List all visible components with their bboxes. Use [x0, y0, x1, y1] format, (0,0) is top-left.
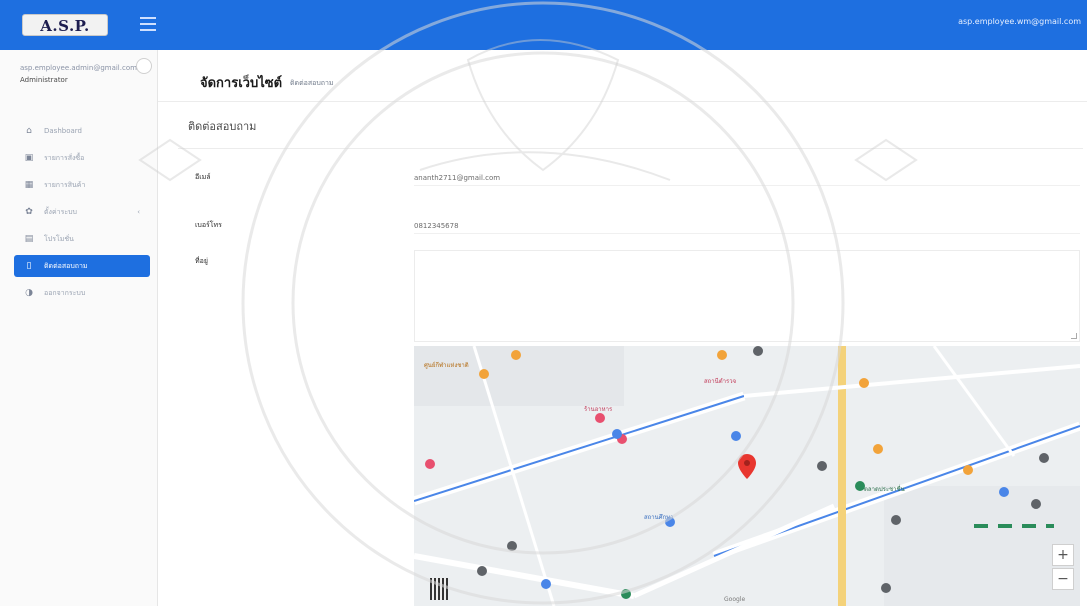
sidebar-item-label: ตั้งค่าระบบ	[44, 207, 77, 216]
phone-value: 0812345678	[414, 222, 459, 230]
sidebar-item-label: รายการสินค้า	[44, 180, 86, 189]
map-label: สถานศึกษา	[644, 514, 674, 521]
cart-icon: ▣	[24, 152, 34, 163]
map-label: ตลาดประชาชื่น	[864, 486, 905, 493]
sidebar-item-dashboard[interactable]: ⌂ Dashboard	[14, 120, 150, 142]
sidebar-item-contact[interactable]: ▯ ติดต่อสอบถาม	[14, 255, 150, 277]
address-label: ที่อยู่	[195, 257, 208, 265]
section-title: ติดต่อสอบถาม	[188, 120, 257, 133]
address-textarea[interactable]	[414, 250, 1080, 342]
sidebar-user-panel: asp.employee.admin@gmail.com Administrat…	[20, 64, 150, 84]
brand-logo-text: A.S.P.	[40, 17, 90, 35]
qr-code-icon	[430, 578, 448, 600]
zoom-in-button[interactable]: +	[1052, 544, 1074, 566]
phone-label: เบอร์โทร	[195, 221, 222, 229]
tag-icon: ▤	[24, 233, 34, 244]
resize-handle-icon[interactable]	[1071, 333, 1077, 339]
section-divider	[178, 148, 1083, 149]
breadcrumb[interactable]: ติดต่อสอบถาม	[290, 78, 334, 89]
page-title: จัดการเว็บไซต์	[200, 76, 283, 91]
email-label: อีเมล์	[195, 173, 211, 181]
zoom-out-button[interactable]: −	[1052, 568, 1074, 590]
google-map[interactable]: ศูนย์กีฬาแห่งชาติ สถานีตำรวจ ร้านอาหาร ต…	[414, 346, 1080, 606]
phone-field[interactable]	[414, 214, 1080, 234]
top-navbar: A.S.P. asp.employee.wm@gmail.com	[0, 0, 1087, 50]
sidebar-item-orders[interactable]: ▣ รายการสั่งซื้อ	[14, 147, 150, 169]
power-icon: ◑	[25, 287, 33, 298]
brand-logo[interactable]: A.S.P.	[22, 14, 108, 36]
map-label: สถานีตำรวจ	[704, 378, 737, 385]
map-attribution: Google	[724, 596, 746, 603]
sidebar-item-label: ออกจากระบบ	[44, 288, 86, 297]
email-value: ananth2711@gmail.com	[414, 174, 501, 182]
table-icon: ▦	[24, 179, 34, 190]
content-header	[158, 50, 1087, 102]
home-icon: ⌂	[26, 125, 32, 136]
top-user-email[interactable]: asp.employee.wm@gmail.com	[958, 17, 1081, 26]
map-label: ศูนย์กีฬาแห่งชาติ	[424, 362, 469, 369]
sidebar-user-role: Administrator	[20, 76, 68, 84]
sidebar: asp.employee.admin@gmail.com Administrat…	[0, 50, 158, 606]
sidebar-item-label: โปรโมชั่น	[44, 234, 74, 243]
sidebar-item-settings[interactable]: ✿ ตั้งค่าระบบ ‹	[14, 201, 150, 223]
gear-icon: ✿	[25, 206, 33, 217]
sidebar-item-products[interactable]: ▦ รายการสินค้า	[14, 174, 150, 196]
map-canvas	[414, 346, 1080, 606]
sidebar-item-label: ติดต่อสอบถาม	[44, 261, 88, 270]
menu-toggle-icon[interactable]	[140, 17, 156, 31]
sidebar-item-logout[interactable]: ◑ ออกจากระบบ	[14, 282, 150, 304]
chevron-left-icon: ‹	[137, 208, 140, 216]
avatar[interactable]	[136, 58, 152, 74]
phone-icon: ▯	[26, 260, 32, 271]
sidebar-user-email: asp.employee.admin@gmail.com	[20, 64, 137, 72]
sidebar-item-label: Dashboard	[44, 127, 82, 135]
email-field[interactable]	[414, 166, 1080, 186]
sidebar-item-promotions[interactable]: ▤ โปรโมชั่น	[14, 228, 150, 250]
sidebar-nav: ⌂ Dashboard ▣ รายการสั่งซื้อ ▦ รายการสิน…	[14, 120, 150, 309]
map-label: ร้านอาหาร	[584, 406, 613, 413]
sidebar-item-label: รายการสั่งซื้อ	[44, 153, 85, 162]
